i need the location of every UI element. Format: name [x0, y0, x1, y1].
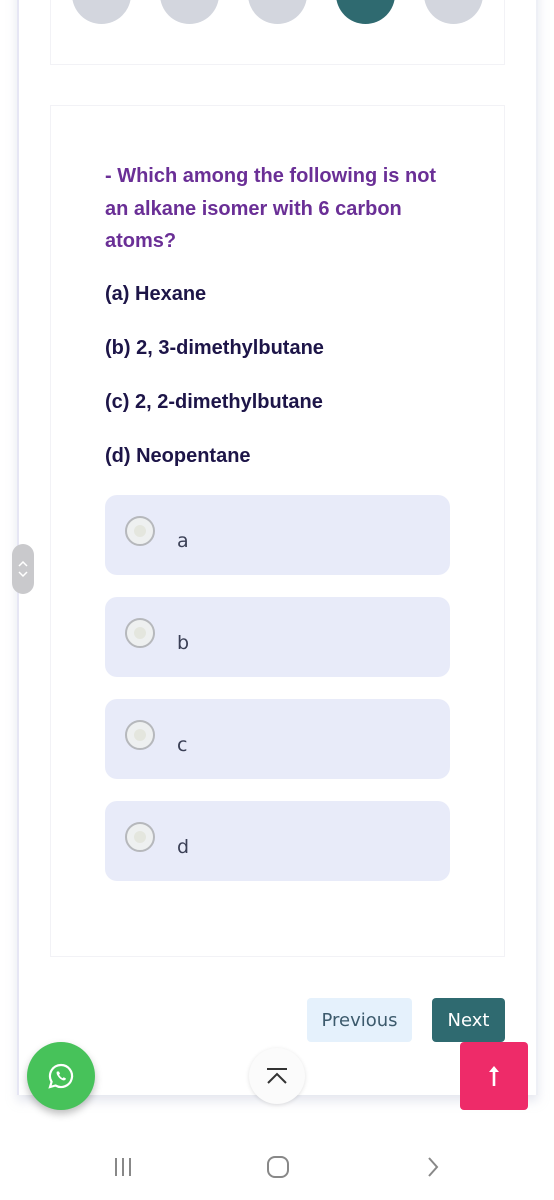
radio-button[interactable] — [125, 822, 155, 852]
answer-choice-a[interactable]: a — [105, 495, 450, 575]
choice-label: b — [177, 632, 190, 654]
whatsapp-icon — [48, 1063, 74, 1089]
choice-label: c — [177, 734, 188, 756]
choice-label: a — [177, 530, 189, 552]
answer-choice-c[interactable]: c — [105, 699, 450, 779]
option-text-d: (d) Neopentane — [105, 445, 251, 467]
radio-button[interactable] — [125, 618, 155, 648]
chevron-up-icon — [18, 561, 28, 567]
home-button[interactable] — [258, 1152, 298, 1182]
whatsapp-button[interactable] — [27, 1042, 95, 1110]
next-button[interactable]: Next — [432, 998, 505, 1042]
option-text-a: (a) Hexane — [105, 283, 207, 305]
question-text: - Which among the following is not an al… — [105, 165, 437, 252]
arrow-up-icon — [489, 1066, 499, 1086]
chevron-down-icon — [18, 571, 28, 577]
edge-panel-handle[interactable] — [12, 544, 34, 594]
scroll-to-top-button[interactable] — [460, 1042, 528, 1110]
collapse-up-icon — [267, 1068, 287, 1084]
back-icon — [428, 1157, 439, 1177]
recents-button[interactable] — [103, 1152, 143, 1182]
answer-choice-d[interactable]: d — [105, 801, 450, 881]
home-icon — [267, 1156, 289, 1178]
previous-button[interactable]: Previous — [307, 998, 412, 1042]
system-navigation-bar — [0, 1130, 554, 1200]
collapse-button[interactable] — [249, 1048, 305, 1104]
option-text-b: (b) 2, 3-dimethylbutane — [105, 337, 324, 359]
choice-label: d — [177, 836, 190, 858]
option-text-c: (c) 2, 2-dimethylbutane — [105, 391, 323, 413]
answer-choice-b[interactable]: b — [105, 597, 450, 677]
radio-button[interactable] — [125, 720, 155, 750]
radio-button[interactable] — [125, 516, 155, 546]
recents-icon — [115, 1158, 131, 1176]
back-button[interactable] — [413, 1152, 453, 1182]
